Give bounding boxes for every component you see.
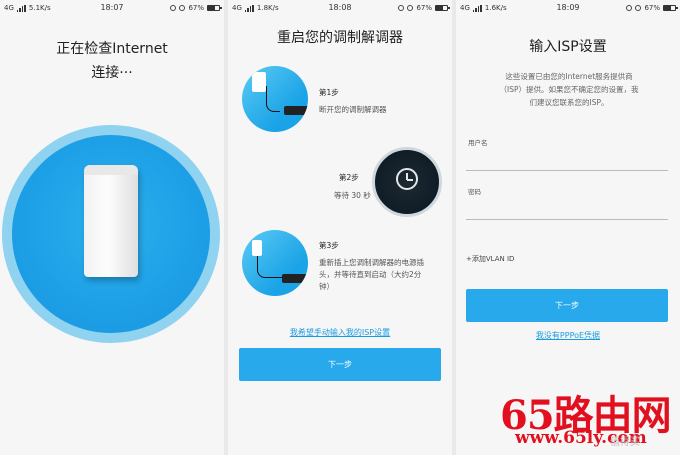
checking-title-line1: 正在检查Internet (56, 41, 168, 57)
do-not-disturb-icon (635, 5, 642, 11)
no-pppoe-credentials-link[interactable]: 我没有PPPoE凭据 (456, 330, 680, 341)
network-type: 4G (460, 4, 470, 12)
battery-percent: 67% (188, 4, 204, 12)
power-outlet-icon (252, 72, 266, 92)
network-speed: 1.8K/s (256, 4, 279, 12)
battery-percent: 67% (416, 4, 432, 12)
network-speed: 5.1K/s (28, 4, 51, 12)
step-3-desc: 重新插上您调制调解器的电源插 头，并等待直到启动（大约2分 钟） (319, 257, 447, 293)
alarm-icon (170, 5, 177, 11)
signal-icon (16, 4, 26, 12)
wait-clock-illustration (372, 147, 442, 217)
step-1-label: 第1步 (319, 88, 339, 97)
signal-icon (472, 4, 482, 12)
status-bar: 4G 1.6K/s 18:09 67% (456, 0, 680, 18)
status-time: 18:08 (328, 3, 352, 12)
step-2-desc: 等待 30 秒 (334, 191, 371, 200)
step-3-desc-line: 重新插上您调制调解器的电源插 (319, 258, 424, 267)
alarm-icon (398, 5, 405, 11)
power-plug-icon (252, 240, 262, 256)
restart-modem-title: 重启您的调制解调器 (277, 30, 403, 46)
battery-icon (663, 5, 678, 11)
manual-isp-settings-link[interactable]: 我希望手动输入我的ISP设置 (228, 327, 452, 338)
description-line: 们建议您联系您的ISP。 (529, 98, 609, 107)
status-bar: 4G 1.8K/s 18:08 67% (228, 0, 452, 18)
signal-icon (244, 4, 254, 12)
next-button[interactable]: 下一步 (466, 289, 668, 322)
step-1-desc: 断开您的调制解调器 (319, 105, 387, 114)
modem-icon (282, 274, 308, 283)
status-bar: 4G 5.1K/s 18:07 67% (0, 0, 224, 18)
step-2-label: 第2步 (339, 173, 359, 182)
power-cable-icon (257, 256, 283, 278)
password-input[interactable] (466, 219, 668, 220)
unplug-modem-illustration (242, 66, 308, 132)
velop-node-image (84, 165, 138, 277)
isp-settings-title: 输入ISP设置 (529, 39, 607, 55)
power-cable-icon (266, 86, 280, 112)
step-3-desc-line: 头，并等待直到启动（大约2分 (319, 270, 422, 279)
battery-percent: 67% (644, 4, 660, 12)
isp-settings-description: 这些设置已由您的Internet服务提供商 （ISP）提供。如果您不确定您的设置… (478, 70, 660, 109)
step-3-desc-line: 钟） (319, 282, 334, 291)
do-not-disturb-icon (407, 5, 414, 11)
network-type: 4G (4, 4, 14, 12)
username-label: 用户名 (468, 139, 488, 147)
add-vlan-id-link[interactable]: +添加VLAN ID (466, 254, 514, 264)
status-time: 18:09 (556, 3, 580, 12)
username-input[interactable] (466, 170, 668, 171)
checking-title-line2: 连接··· (91, 65, 133, 81)
network-speed: 1.6K/s (484, 4, 507, 12)
do-not-disturb-icon (179, 5, 186, 11)
screen-restart-modem: 4G 1.8K/s 18:08 67% 重启您的调制解调器 第1步 断开您的调制… (228, 0, 452, 455)
clock-icon (396, 168, 418, 190)
password-label: 密码 (468, 188, 481, 196)
description-line: 这些设置已由您的Internet服务提供商 (505, 72, 633, 81)
step-3-label: 第3步 (319, 241, 339, 250)
screen-checking-internet: 4G 5.1K/s 18:07 67% 正在检查Internet 连接··· (0, 0, 224, 455)
battery-icon (207, 5, 222, 11)
description-line: （ISP）提供。如果您不确定您的设置，我 (499, 85, 639, 94)
network-type: 4G (232, 4, 242, 12)
watermark-secondary: 值得买 (610, 437, 640, 448)
battery-icon (435, 5, 450, 11)
modem-icon (284, 106, 308, 115)
next-button[interactable]: 下一步 (239, 348, 441, 381)
status-time: 18:07 (100, 3, 124, 12)
alarm-icon (626, 5, 633, 11)
replug-modem-illustration (242, 230, 308, 296)
